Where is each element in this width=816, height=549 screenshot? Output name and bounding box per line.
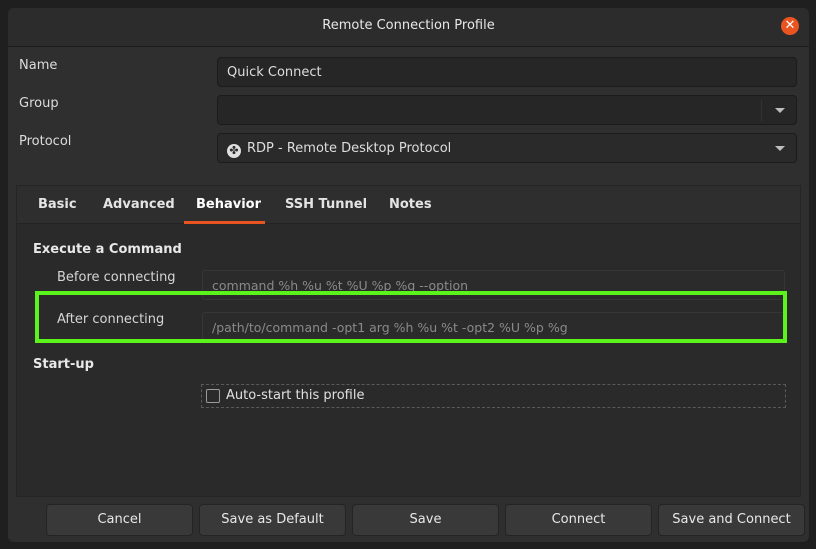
tab-notes[interactable]: Notes [389,197,432,212]
protocol-select[interactable]: ✤ RDP - Remote Desktop Protocol [217,133,797,163]
tab-behavior[interactable]: Behavior [196,197,261,212]
save-button[interactable]: Save [352,504,499,536]
chevron-down-icon[interactable] [762,134,796,164]
autostart-row[interactable]: Auto-start this profile [201,384,786,408]
execute-command-heading: Execute a Command [33,242,182,257]
protocol-value: RDP - Remote Desktop Protocol [247,141,452,156]
tab-ssh-tunnel[interactable]: SSH Tunnel [285,197,367,212]
tab-basic[interactable]: Basic [38,197,77,212]
tab-bar: Basic Advanced Behavior SSH Tunnel Notes [17,186,800,224]
rdp-protocol-icon: ✤ [227,144,241,158]
before-connecting-label: Before connecting [57,270,176,285]
name-value: Quick Connect [227,65,322,80]
save-as-default-button[interactable]: Save as Default [199,504,346,536]
group-label: Group [19,96,59,111]
active-tab-indicator [184,221,265,224]
titlebar: Remote Connection Profile ✕ [8,8,809,47]
close-icon[interactable]: ✕ [781,17,799,35]
group-combo[interactable] [217,95,797,125]
name-label: Name [19,58,58,73]
chevron-down-icon[interactable] [762,96,796,126]
protocol-label: Protocol [19,134,72,149]
highlight-box [35,291,787,343]
window-title: Remote Connection Profile [322,18,495,33]
autostart-checkbox[interactable] [206,389,220,403]
name-field[interactable]: Quick Connect [217,57,797,87]
dialog-button-bar: Cancel Save as Default Save Connect Save… [8,504,809,542]
tab-advanced[interactable]: Advanced [103,197,175,212]
connect-button[interactable]: Connect [505,504,652,536]
cancel-button[interactable]: Cancel [46,504,193,536]
remote-connection-profile-dialog: Remote Connection Profile ✕ Name Quick C… [8,8,809,542]
startup-heading: Start-up [33,357,94,372]
save-and-connect-button[interactable]: Save and Connect [658,504,805,536]
autostart-label[interactable]: Auto-start this profile [226,388,364,403]
